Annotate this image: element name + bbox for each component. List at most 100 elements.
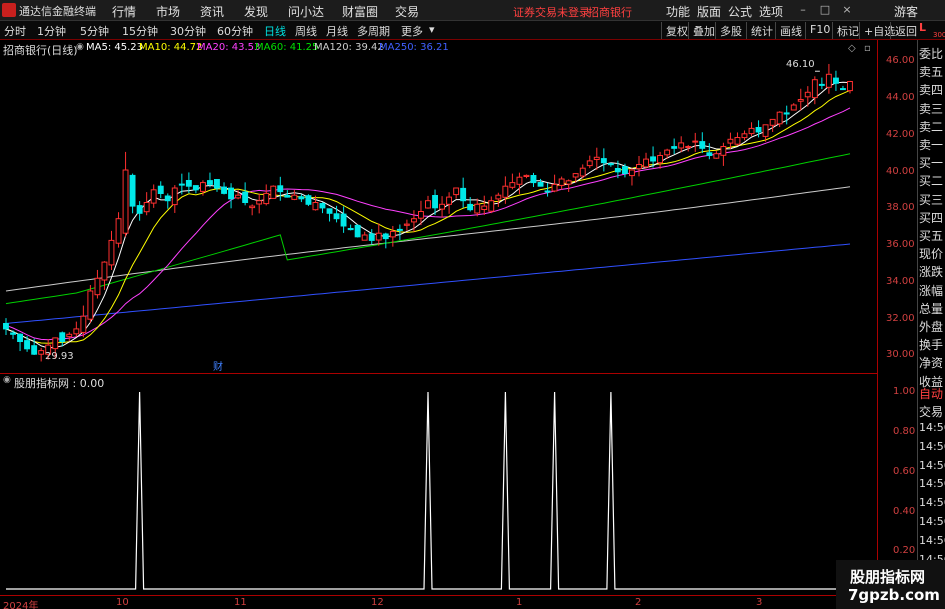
period-monthly[interactable]: 月线	[326, 23, 348, 39]
candle[interactable]	[347, 228, 354, 231]
candle[interactable]	[312, 202, 319, 211]
period-multi[interactable]: 多周期	[357, 23, 390, 39]
tool-multi-stock[interactable]: 多股	[715, 22, 746, 39]
period-5min[interactable]: 5分钟	[80, 23, 109, 39]
candle[interactable]	[685, 146, 692, 148]
candle[interactable]	[185, 180, 192, 187]
menu-trade[interactable]: 交易	[395, 3, 419, 20]
stock-link[interactable]: 招商银行	[588, 4, 632, 20]
candle[interactable]	[368, 233, 375, 241]
minimize-icon[interactable]: –	[796, 3, 810, 17]
candle[interactable]	[706, 152, 713, 157]
candle[interactable]	[537, 182, 544, 187]
candle[interactable]	[108, 239, 115, 266]
candle[interactable]	[678, 142, 685, 149]
candle[interactable]	[94, 277, 101, 296]
candle[interactable]	[396, 228, 403, 231]
candle[interactable]	[523, 174, 530, 177]
candle[interactable]	[474, 203, 481, 214]
trade-mode-label[interactable]: 自动	[919, 385, 945, 402]
candle[interactable]	[3, 323, 9, 330]
candle[interactable]	[467, 203, 474, 211]
period-60min[interactable]: 60分钟	[217, 23, 253, 39]
candle[interactable]	[579, 167, 586, 177]
menu-discover[interactable]: 发现	[244, 3, 268, 20]
candle[interactable]	[586, 160, 593, 167]
candle[interactable]	[326, 208, 333, 214]
candle[interactable]	[614, 168, 621, 173]
menu-layout[interactable]: 版面	[697, 3, 721, 20]
candle[interactable]	[671, 146, 678, 149]
candle[interactable]	[727, 138, 734, 144]
candle[interactable]	[59, 332, 66, 342]
candle[interactable]	[825, 73, 832, 88]
candle[interactable]	[776, 111, 783, 125]
candle[interactable]	[558, 178, 565, 186]
candle[interactable]	[403, 223, 410, 226]
maximize-icon[interactable]: □	[818, 3, 832, 17]
candle[interactable]	[256, 200, 263, 205]
candle[interactable]	[263, 192, 270, 205]
period-daily[interactable]: 日线	[264, 23, 286, 39]
candle[interactable]	[24, 340, 31, 350]
candle[interactable]	[150, 189, 157, 204]
candle[interactable]	[375, 232, 382, 241]
candle[interactable]	[783, 112, 790, 115]
candle[interactable]	[769, 118, 776, 126]
candle[interactable]	[361, 234, 368, 241]
candle[interactable]	[544, 190, 551, 193]
candle[interactable]	[277, 185, 284, 193]
indicator-settings-icon[interactable]: ◉	[3, 375, 11, 385]
event-marker[interactable]: 财	[213, 358, 223, 373]
period-more[interactable]: 更多	[401, 23, 423, 39]
candle[interactable]	[804, 91, 811, 98]
candle[interactable]	[734, 137, 741, 145]
candle[interactable]	[17, 333, 24, 343]
candle[interactable]	[10, 332, 17, 335]
candle[interactable]	[178, 183, 185, 186]
candle[interactable]	[298, 196, 305, 200]
candle[interactable]	[460, 187, 467, 202]
menu-options[interactable]: 选项	[759, 3, 783, 20]
menu-quotes[interactable]: 行情	[112, 3, 136, 20]
candlestick-chart[interactable]	[0, 40, 877, 373]
candle[interactable]	[516, 176, 523, 185]
candle[interactable]	[713, 153, 720, 159]
candle[interactable]	[699, 141, 706, 149]
candle[interactable]	[762, 124, 769, 137]
candle[interactable]	[495, 194, 502, 200]
collapse-icon[interactable]: ▫	[864, 43, 871, 54]
candle[interactable]	[432, 195, 439, 209]
candle[interactable]	[657, 155, 663, 164]
candle[interactable]	[115, 218, 122, 244]
more-dropdown-icon[interactable]: ▾	[429, 23, 435, 36]
candle[interactable]	[593, 156, 600, 161]
candle[interactable]	[235, 194, 242, 199]
tool-f10[interactable]: F10	[805, 22, 834, 39]
candle[interactable]	[200, 182, 206, 192]
candle[interactable]	[87, 290, 94, 320]
candle[interactable]	[755, 127, 762, 133]
candle[interactable]	[354, 224, 361, 238]
candle[interactable]	[192, 185, 199, 191]
candle[interactable]	[31, 345, 38, 355]
candle[interactable]	[818, 83, 825, 86]
candle[interactable]	[80, 315, 87, 333]
candle[interactable]	[66, 333, 73, 338]
candle[interactable]	[833, 77, 839, 84]
tool-back[interactable]: 返回	[890, 22, 921, 39]
candle[interactable]	[270, 185, 277, 199]
candle[interactable]	[340, 213, 347, 227]
candle[interactable]	[439, 203, 446, 210]
period-30min[interactable]: 30分钟	[170, 23, 206, 39]
candle[interactable]	[101, 261, 108, 281]
menu-news[interactable]: 资讯	[200, 3, 224, 20]
candle[interactable]	[720, 146, 727, 156]
candle[interactable]	[129, 174, 136, 207]
candle[interactable]	[551, 183, 558, 192]
candle[interactable]	[607, 163, 614, 166]
menu-function[interactable]: 功能	[666, 3, 690, 20]
candle[interactable]	[530, 175, 537, 184]
candle[interactable]	[629, 169, 635, 177]
candle[interactable]	[411, 218, 417, 223]
